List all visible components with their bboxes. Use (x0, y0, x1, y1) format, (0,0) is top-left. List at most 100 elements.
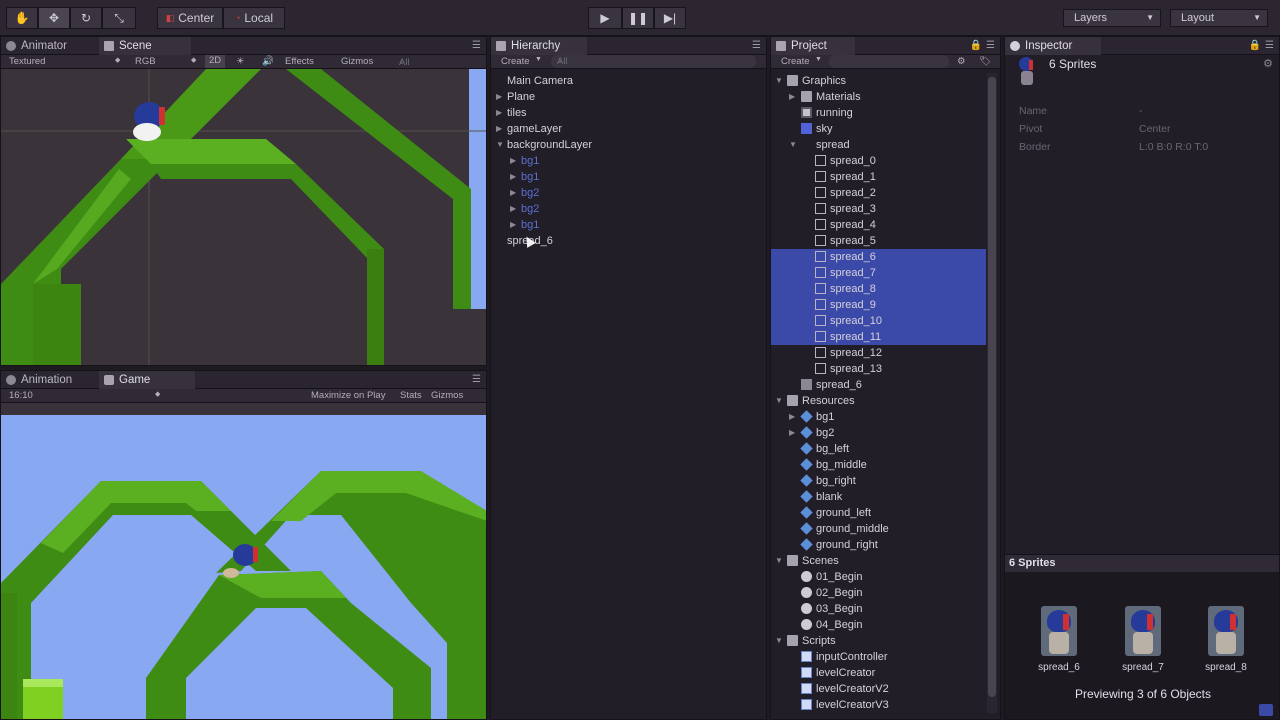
project-item[interactable]: ▼ spread (789, 137, 850, 153)
move-tool-button[interactable]: ✥ (38, 7, 70, 29)
hierarchy-item[interactable]: ▶ bg2 (510, 201, 539, 217)
hierarchy-item[interactable]: ▶ bg1 (510, 169, 539, 185)
collapsed-arrow-icon[interactable]: ▶ (789, 409, 795, 425)
audio-icon[interactable]: 🔊 (262, 56, 274, 67)
preview-header[interactable]: 6 Sprites (1005, 554, 1279, 572)
project-search-field[interactable] (829, 55, 949, 68)
layers-dropdown[interactable]: Layers ▼ (1063, 9, 1161, 27)
hierarchy-item[interactable]: ▶ tiles (496, 105, 527, 121)
project-item[interactable]: spread_4 (815, 217, 876, 233)
project-item[interactable]: bg_left (800, 441, 849, 457)
expanded-arrow-icon[interactable]: ▼ (775, 553, 783, 569)
panel-menu-icon[interactable]: ☰ (752, 40, 761, 51)
collapsed-arrow-icon[interactable]: ▶ (510, 217, 516, 233)
project-item[interactable]: ▼ Scenes (775, 553, 839, 569)
expanded-arrow-icon[interactable]: ▼ (775, 393, 783, 409)
collapsed-arrow-icon[interactable]: ▶ (496, 105, 502, 121)
pivot-center-toggle[interactable]: ◧ Center (157, 7, 223, 29)
layout-dropdown[interactable]: Layout ▼ (1170, 9, 1268, 27)
project-item[interactable]: ▼ Graphics (775, 73, 846, 89)
pause-button[interactable]: ❚❚ (622, 7, 654, 29)
project-item[interactable]: spread_9 (815, 297, 876, 313)
project-item[interactable]: spread_3 (815, 201, 876, 217)
stats-toggle[interactable]: Stats (400, 390, 422, 401)
project-item[interactable]: spread_6 (815, 249, 876, 265)
create-dropdown[interactable]: Create (781, 56, 810, 67)
project-item[interactable]: spread_12 (815, 345, 882, 361)
project-item[interactable]: ▶ Materials (789, 89, 861, 105)
aspect-dropdown[interactable]: 16:10 (9, 390, 33, 401)
project-item[interactable]: sky (801, 121, 833, 137)
render-mode-dropdown[interactable]: RGB (135, 56, 156, 67)
panel-menu-icon[interactable]: ☰ (472, 374, 481, 385)
collapsed-arrow-icon[interactable]: ▶ (496, 121, 502, 137)
expanded-arrow-icon[interactable]: ▼ (775, 633, 783, 649)
hierarchy-item[interactable]: ▶ Plane (496, 89, 535, 105)
expanded-arrow-icon[interactable]: ▼ (496, 137, 504, 153)
tab-animator[interactable]: Animator (1, 37, 75, 55)
project-item[interactable]: spread_7 (815, 265, 876, 281)
gizmos-dropdown[interactable]: Gizmos (431, 390, 463, 401)
project-item[interactable]: levelCreator (801, 665, 875, 681)
tab-hierarchy[interactable]: Hierarchy (491, 37, 587, 55)
project-item[interactable]: 04_Begin (801, 617, 863, 633)
lighting-icon[interactable]: ☀ (236, 56, 245, 67)
project-item[interactable]: levelCreatorV2 (801, 681, 889, 697)
hierarchy-item[interactable]: ▶ gameLayer (496, 121, 562, 137)
settings-gear-icon[interactable]: ⚙ (1263, 57, 1273, 70)
project-item[interactable]: spread_2 (815, 185, 876, 201)
hierarchy-search-field[interactable]: ⌕ All (551, 55, 756, 68)
lock-icon[interactable]: 🔒 (1249, 40, 1261, 51)
play-button[interactable]: ▶ (588, 7, 622, 29)
project-item[interactable]: ▼ Resources (775, 393, 855, 409)
lock-icon[interactable]: 🔒 (970, 40, 982, 51)
collapsed-arrow-icon[interactable]: ▶ (510, 201, 516, 217)
project-item[interactable]: levelCreatorV3 (801, 697, 889, 713)
hierarchy-item[interactable]: ▶ bg1 (510, 217, 539, 233)
project-item[interactable]: ground_right (800, 537, 878, 553)
project-item[interactable]: ▶ bg1 (789, 409, 834, 425)
hierarchy-item[interactable]: ▶ bg1 (510, 153, 539, 169)
hierarchy-item[interactable]: Main Camera (507, 73, 573, 89)
scene-viewport[interactable] (1, 69, 487, 366)
project-item[interactable]: spread_1 (815, 169, 876, 185)
scrollbar-thumb[interactable] (988, 77, 996, 697)
create-dropdown[interactable]: Create (501, 56, 530, 67)
project-item[interactable]: ▼ Scripts (775, 633, 836, 649)
panel-menu-icon[interactable]: ☰ (986, 40, 995, 51)
project-item[interactable]: spread_10 (815, 313, 882, 329)
hierarchy-item[interactable]: ▶ bg2 (510, 185, 539, 201)
field-border-value[interactable]: L:0 B:0 R:0 T:0 (1139, 141, 1208, 153)
effects-dropdown[interactable]: Effects (285, 56, 314, 67)
project-item[interactable]: ▶ bg2 (789, 425, 834, 441)
project-item[interactable]: bg_right (800, 473, 856, 489)
expanded-arrow-icon[interactable]: ▼ (775, 73, 783, 89)
panel-menu-icon[interactable]: ☰ (472, 40, 481, 51)
project-item[interactable]: running (801, 105, 853, 121)
expanded-arrow-icon[interactable]: ▼ (789, 137, 797, 153)
tab-game[interactable]: Game (99, 371, 195, 389)
collapsed-arrow-icon[interactable]: ▶ (510, 185, 516, 201)
collapsed-arrow-icon[interactable]: ▶ (789, 89, 795, 105)
filter-by-label-icon[interactable]: 🏷 (979, 56, 991, 67)
pivot-space-toggle[interactable]: ◔ Local (223, 7, 285, 29)
project-scrollbar[interactable] (987, 73, 997, 713)
tab-animation[interactable]: Animation (1, 371, 99, 389)
filter-by-type-icon[interactable]: ⚙ (957, 56, 966, 67)
project-item[interactable]: spread_13 (815, 361, 882, 377)
project-item[interactable]: inputController (801, 649, 888, 665)
field-pivot-value[interactable]: Center (1139, 123, 1171, 135)
collapsed-arrow-icon[interactable]: ▶ (510, 169, 516, 185)
project-item[interactable]: 02_Begin (801, 585, 863, 601)
step-button[interactable]: ▶| (654, 7, 686, 29)
project-item[interactable]: spread_11 (815, 329, 881, 345)
project-item[interactable]: ground_left (800, 505, 871, 521)
panel-menu-icon[interactable]: ☰ (1265, 40, 1274, 51)
rotate-tool-button[interactable]: ↻ (70, 7, 102, 29)
2d-toggle[interactable]: 2D (205, 55, 226, 68)
collapsed-arrow-icon[interactable]: ▶ (789, 425, 795, 441)
project-item[interactable]: 01_Begin (801, 569, 863, 585)
shading-mode-dropdown[interactable]: Textured (9, 56, 45, 67)
field-name-value[interactable]: - (1139, 105, 1143, 117)
collapsed-arrow-icon[interactable]: ▶ (510, 153, 516, 169)
